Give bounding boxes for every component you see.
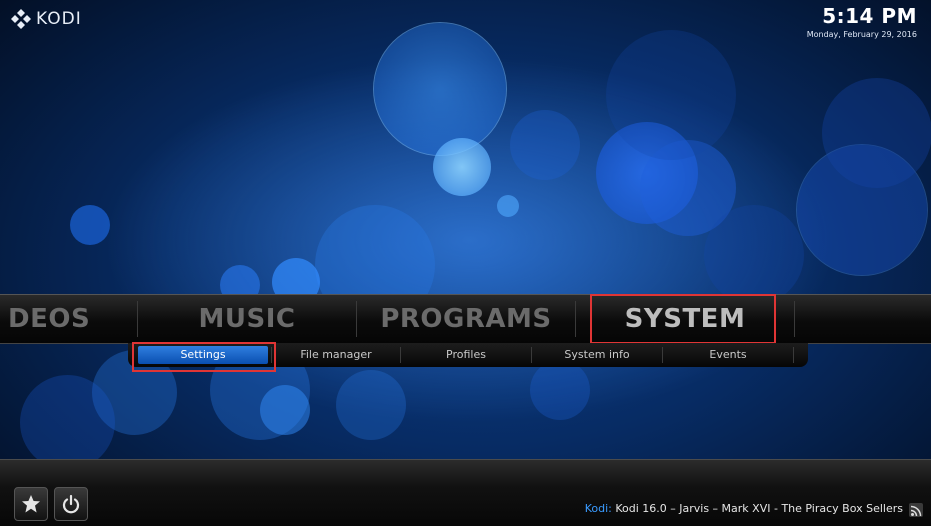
submenu-item-system-info[interactable]: System info (532, 343, 662, 367)
kodi-logo-icon (11, 9, 31, 29)
favourites-button[interactable] (14, 487, 48, 521)
kodi-logo: KODI (10, 8, 82, 30)
system-highlight-box (590, 294, 776, 344)
rss-icon (909, 503, 923, 517)
clock: 5:14 PM Monday, February 29, 2016 (807, 4, 917, 39)
submenu-item-events[interactable]: Events (663, 343, 793, 367)
power-button[interactable] (54, 487, 88, 521)
rss-ticker: Kodi: Kodi 16.0 – Jarvis – Mark XVI - Th… (585, 502, 903, 515)
ticker-text: Kodi 16.0 – Jarvis – Mark XVI - The Pira… (615, 502, 903, 515)
star-icon (22, 495, 40, 513)
submenu-item-profiles[interactable]: Profiles (401, 343, 531, 367)
ticker-label: Kodi: (584, 502, 612, 515)
clock-date: Monday, February 29, 2016 (806, 30, 917, 39)
menu-item-programs[interactable]: PROGRAMS (357, 295, 575, 343)
menu-item-music[interactable]: MUSIC (138, 295, 356, 343)
menu-item-videos[interactable]: DEOS (0, 295, 98, 343)
clock-time: 5:14 PM (822, 4, 917, 28)
settings-highlight-box (132, 342, 276, 372)
submenu-divider (793, 347, 794, 363)
submenu-item-file-manager[interactable]: File manager (272, 343, 400, 367)
bottom-bar (0, 459, 931, 526)
logo-text: KODI (36, 9, 82, 29)
menu-divider (794, 301, 795, 337)
background-bokeh (0, 0, 931, 525)
power-icon (62, 494, 80, 514)
main-menu-bar: DEOS MUSIC PROGRAMS SYSTEM (0, 294, 931, 344)
